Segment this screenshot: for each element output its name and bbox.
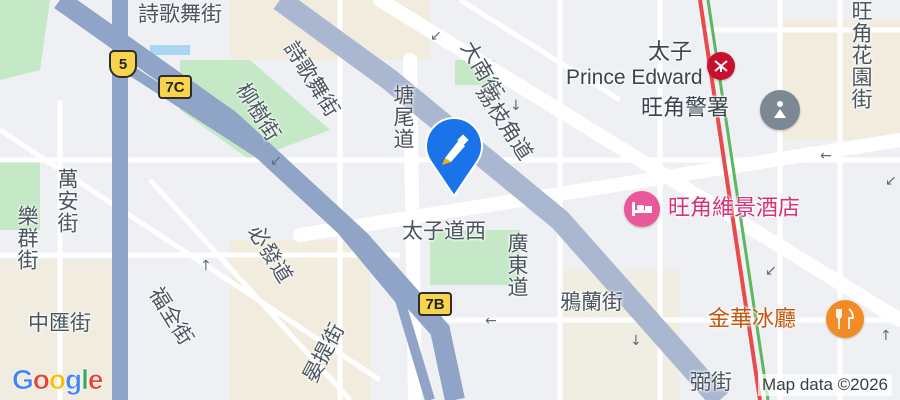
exit-7b-label: 7B [425,295,445,313]
poi-label-restaurant[interactable]: 金華冰廳 [708,309,796,331]
hotel-icon[interactable] [624,191,660,227]
poi-label-hotel[interactable]: 旺角維景酒店 [668,198,800,220]
svg-text:↙: ↙ [430,28,442,44]
station-name-zh[interactable]: 太子 [648,42,692,64]
exit-7b-shield: 7B [418,292,452,316]
poi-label-police[interactable]: 旺角警署 [641,98,729,120]
map-canvas[interactable]: ↙ ↓ ↙ ↑ ← ↓ ← ↙ ↑ ↙ 5 7C 7B 詩歌舞街 詩歌舞街 柳樹街 塘尾道… [0,0,900,400]
route-5-shield: 5 [109,50,137,78]
street-label-nga-lan: 鴉蘭街 [560,290,623,314]
svg-text:↙: ↙ [885,173,897,189]
street-label-man-on: 萬安街 [55,168,79,234]
svg-text:↙: ↙ [765,263,777,279]
mtr-icon[interactable] [707,52,735,80]
street-label-flower-garden: 旺角花園街 [849,0,873,110]
street-label-canton-road: 廣東道 [505,232,529,298]
street-label-tong-mi: 塘尾道 [391,84,415,150]
svg-text:↑: ↑ [880,328,892,344]
svg-text:↓: ↓ [630,333,642,349]
police-icon[interactable] [760,90,800,130]
street-label-prince-edward-west: 太子道西 [402,219,486,243]
street-label-lok-kwan: 樂群街 [15,205,39,271]
svg-text:↑: ↑ [200,258,212,274]
svg-text:↙: ↙ [270,153,282,169]
exit-7c-shield: 7C [158,75,192,99]
street-label-poetry-dance-top: 詩歌舞街 [138,2,222,26]
restaurant-icon[interactable] [826,300,864,338]
pen-marker-icon[interactable] [423,116,485,198]
street-label-bottom-right: 弼街 [690,370,732,394]
svg-text:←: ← [820,148,832,164]
exit-7c-label: 7C [165,78,185,96]
street-label-chung-wui: 中匯街 [28,311,91,335]
station-name-en[interactable]: Prince Edward [566,67,703,88]
svg-text:←: ← [485,313,497,329]
route-5-label: 5 [118,55,128,73]
map-attribution[interactable]: Map data ©2026 [758,374,892,396]
google-logo: Google [12,364,104,395]
